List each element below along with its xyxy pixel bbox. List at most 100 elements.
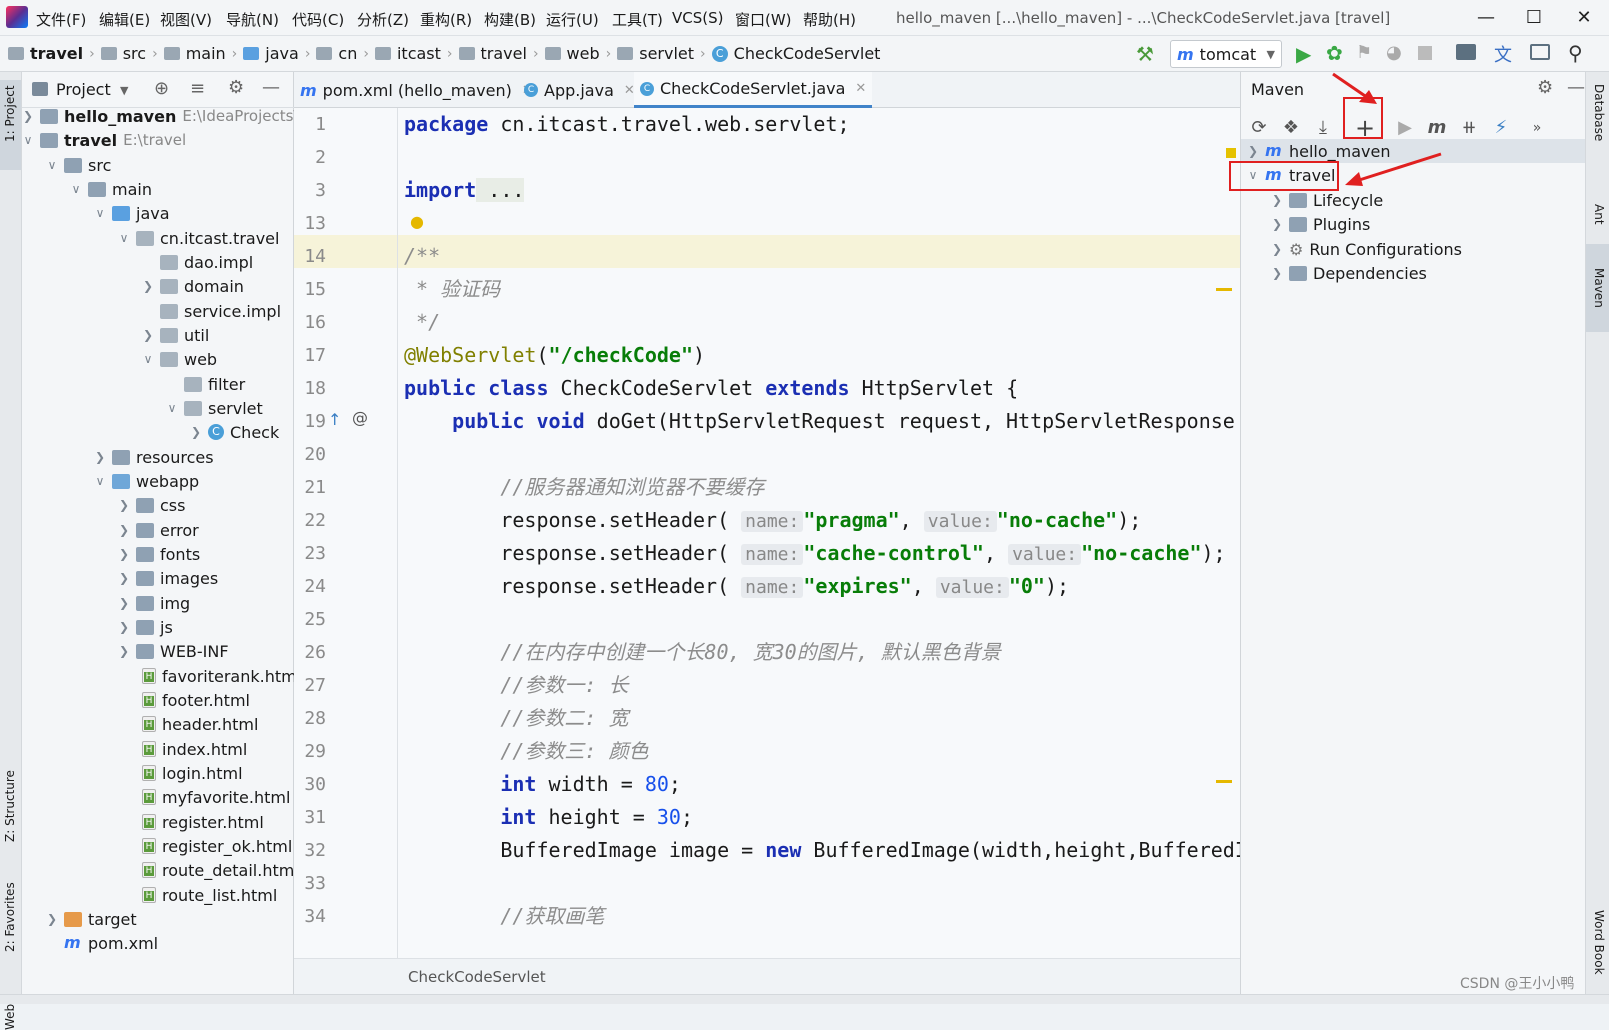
structure-tool-label[interactable]: Z: Structure [3, 770, 17, 842]
build-hammer-icon[interactable]: ⚒ [1136, 42, 1154, 66]
tree-item-util[interactable]: ❯ util [142, 323, 209, 347]
maximize-icon[interactable]: ☐ [1516, 4, 1552, 32]
tree-item-register[interactable]: register.html [142, 810, 264, 834]
breadcrumb-item[interactable]: travel [30, 44, 83, 63]
tree-item-web[interactable]: ∨ web [142, 347, 218, 371]
breadcrumb-item[interactable]: CheckCodeServlet [734, 44, 881, 63]
locate-icon[interactable]: ⊕ [154, 78, 169, 99]
menu-file[interactable]: 文件(F) [36, 9, 86, 30]
tree-item-images[interactable]: ❯ images [118, 566, 218, 590]
tree-item-login[interactable]: login.html [142, 761, 243, 785]
menu-window[interactable]: 窗口(W) [735, 9, 792, 30]
chevron-right-icon[interactable]: ❯ [190, 425, 202, 439]
hide-panel-icon[interactable]: — [262, 77, 280, 98]
web-tool-label[interactable]: Web [3, 1004, 17, 1030]
breadcrumb-item[interactable]: src [123, 44, 146, 63]
maven-plugins[interactable]: ❯ Plugins [1271, 212, 1370, 236]
chevron-right-icon[interactable]: ❯ [118, 596, 130, 610]
coverage-icon[interactable]: ⚑ [1356, 42, 1372, 63]
editor-scrollbar[interactable] [1216, 108, 1238, 958]
tree-item-img[interactable]: ❯ img [118, 591, 190, 615]
ant-tool-label[interactable]: Ant [1592, 204, 1606, 225]
menu-tools[interactable]: 工具(T) [612, 9, 663, 30]
tree-item-favoriterank[interactable]: favoriterank.htm [142, 664, 297, 688]
terminal-icon[interactable] [1530, 44, 1550, 60]
breadcrumb-item[interactable]: itcast [397, 44, 441, 63]
tree-item-travel[interactable]: ∨ travel E:\travel [22, 128, 187, 152]
tab-checkcodeservlet-java[interactable]: C CheckCodeServlet.java ✕ [634, 72, 873, 108]
chevron-right-icon[interactable]: ❯ [118, 523, 130, 537]
project-panel-title[interactable]: Project [56, 80, 111, 99]
tree-item-service-impl[interactable]: service.impl [142, 299, 281, 323]
tree-item-checkcode[interactable]: ❯ C Check [190, 420, 279, 444]
maven-dependencies[interactable]: ❯ Dependencies [1271, 261, 1427, 285]
tree-item-src[interactable]: ∨ src [46, 153, 112, 177]
tree-item-filter[interactable]: filter [166, 372, 245, 396]
close-icon[interactable]: ✕ [1566, 4, 1602, 32]
chevron-right-icon[interactable]: ❯ [1271, 217, 1283, 231]
tree-item-header[interactable]: header.html [142, 712, 258, 736]
tree-item-footer[interactable]: footer.html [142, 688, 250, 712]
tree-item-servlet[interactable]: ∨ servlet [166, 396, 263, 420]
maven-tool-label[interactable]: Maven [1592, 268, 1606, 308]
run-config-select[interactable]: m tomcat ▼ [1170, 40, 1282, 68]
stop-icon[interactable] [1418, 46, 1432, 60]
tree-item-package[interactable]: ∨ cn.itcast.travel [118, 226, 280, 250]
tree-item-dao-impl[interactable]: dao.impl [142, 250, 253, 274]
breadcrumb-item[interactable]: servlet [639, 44, 694, 63]
tree-item-register-ok[interactable]: register_ok.html [142, 834, 292, 858]
chevron-down-icon[interactable]: ∨ [118, 231, 130, 245]
chevron-right-icon[interactable]: ❯ [142, 279, 154, 293]
tree-item-index[interactable]: index.html [142, 737, 247, 761]
chevron-right-icon[interactable]: ❯ [22, 109, 34, 123]
project-structure-icon[interactable] [1456, 44, 1476, 60]
collapse-all-icon[interactable]: ≡ [190, 78, 205, 99]
chevron-down-icon[interactable]: ∨ [142, 352, 154, 366]
project-tool-label[interactable]: 1: Project [3, 85, 17, 142]
gear-icon[interactable]: ⚙ [228, 77, 244, 98]
tree-item-myfavorite[interactable]: myfavorite.html [142, 785, 290, 809]
menu-help[interactable]: 帮助(H) [803, 9, 856, 30]
chevron-down-icon[interactable]: ∨ [46, 158, 58, 172]
chevron-right-icon[interactable]: ❯ [46, 912, 58, 926]
tree-item-target[interactable]: ❯ target [46, 907, 137, 931]
chevron-right-icon[interactable]: ❯ [94, 450, 106, 464]
chevron-right-icon[interactable]: ❯ [142, 328, 154, 342]
tree-item-route-detail[interactable]: route_detail.htm [142, 858, 294, 882]
tree-item-error[interactable]: ❯ error [118, 518, 199, 542]
tree-item-css[interactable]: ❯ css [118, 493, 186, 517]
chevron-down-icon[interactable]: ∨ [166, 401, 178, 415]
breadcrumb-item[interactable]: java [265, 44, 299, 63]
tree-item-js[interactable]: ❯ js [118, 615, 173, 639]
menu-build[interactable]: 构建(B) [484, 9, 536, 30]
annotation-marker-icon[interactable]: @ [352, 408, 368, 427]
breadcrumb-item[interactable]: main [186, 44, 226, 63]
chevron-down-icon[interactable]: ▼ [120, 84, 128, 97]
tab-app-java[interactable]: C App.java ✕ [518, 72, 641, 108]
menu-view[interactable]: 视图(V) [160, 9, 212, 30]
run-icon[interactable]: ▶ [1296, 42, 1311, 66]
menu-code[interactable]: 代码(C) [292, 9, 344, 30]
menu-analyze[interactable]: 分析(Z) [357, 9, 409, 30]
favorites-tool-label[interactable]: 2: Favorites [3, 882, 17, 952]
chevron-down-icon[interactable]: ∨ [94, 206, 106, 220]
tree-item-route-list[interactable]: route_list.html [142, 883, 277, 907]
breadcrumb-item[interactable]: cn [338, 44, 357, 63]
profile-icon[interactable]: ◕ [1386, 42, 1402, 63]
menu-refactor[interactable]: 重构(R) [420, 9, 472, 30]
search-icon[interactable]: ⚲ [1568, 41, 1583, 65]
close-tab-icon[interactable]: ✕ [855, 81, 866, 96]
breadcrumb-item[interactable]: travel [481, 44, 527, 63]
wordbook-tool-label[interactable]: Word Book [1592, 910, 1606, 975]
breadcrumb-item[interactable]: web [567, 44, 600, 63]
menu-navigate[interactable]: 导航(N) [226, 9, 279, 30]
chevron-right-icon[interactable]: ❯ [118, 498, 130, 512]
tree-item-domain[interactable]: ❯ domain [142, 274, 244, 298]
tree-item-resources[interactable]: ❯ resources [94, 445, 214, 469]
minimize-icon[interactable]: — [1468, 4, 1504, 32]
tab-pom-xml[interactable]: m pom.xml (hello_maven) ✕ [294, 72, 539, 108]
chevron-right-icon[interactable]: ❯ [118, 620, 130, 634]
override-marker-icon[interactable]: ↑ [328, 410, 341, 429]
maven-run-configurations[interactable]: ❯ ⚙ Run Configurations [1271, 237, 1462, 261]
chevron-right-icon[interactable]: ❯ [118, 547, 130, 561]
